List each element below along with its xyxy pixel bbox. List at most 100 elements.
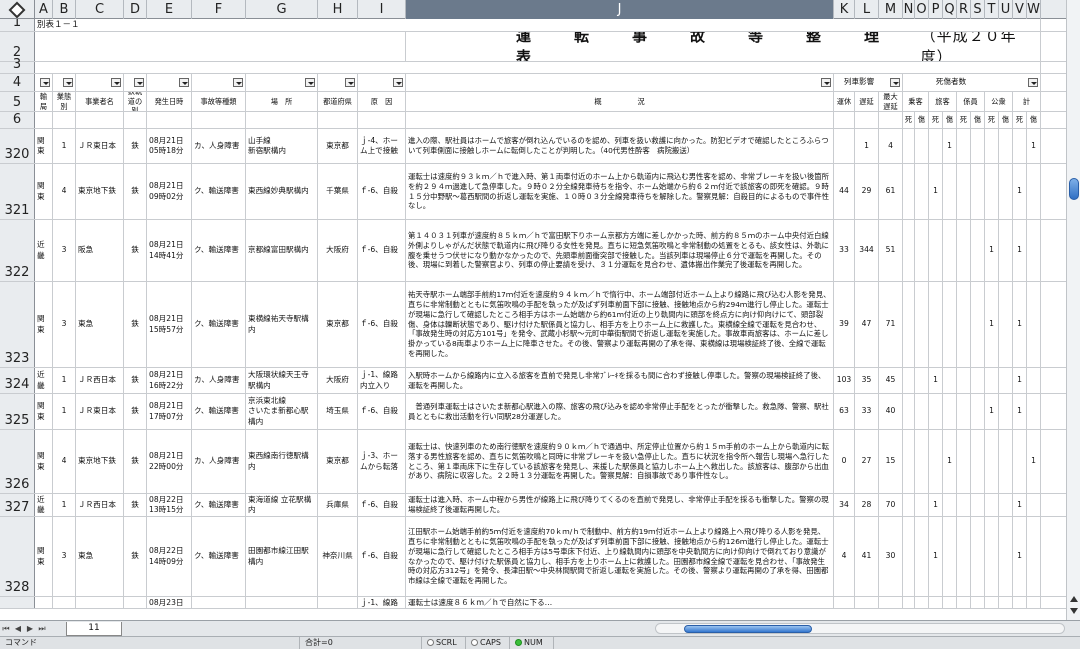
- delay-cell[interactable]: 27: [855, 430, 879, 493]
- operator-cell[interactable]: 東京地下鉄: [76, 164, 124, 219]
- prefecture-cell[interactable]: 大阪府: [318, 220, 358, 281]
- cause-cell[interactable]: ｊ-3、ホームから転落: [358, 430, 406, 493]
- max-delay-cell[interactable]: 71: [879, 282, 903, 367]
- accident-type-cell[interactable]: カ、人身障害: [192, 368, 246, 393]
- casualty-count-cell[interactable]: [985, 430, 999, 493]
- casualty-count-cell[interactable]: [943, 494, 957, 516]
- prefecture-cell[interactable]: 埼玉県: [318, 394, 358, 429]
- casualty-count-cell[interactable]: [915, 282, 929, 367]
- filter-cell[interactable]: [35, 74, 53, 91]
- column-header-l[interactable]: L: [855, 0, 879, 19]
- casualty-count-cell[interactable]: [1027, 494, 1041, 516]
- datetime-cell[interactable]: 08月22日 14時09分: [147, 517, 192, 596]
- casualty-count-cell[interactable]: [915, 129, 929, 163]
- table-cell[interactable]: [318, 597, 358, 608]
- max-delay-cell[interactable]: 4: [879, 129, 903, 163]
- row-number[interactable]: 328: [0, 517, 35, 596]
- casualty-count-cell[interactable]: [915, 494, 929, 516]
- first-sheet-icon[interactable]: ⏮: [0, 622, 12, 636]
- column-header-j[interactable]: J: [406, 0, 834, 19]
- casualty-count-cell[interactable]: [999, 494, 1013, 516]
- cause-cell[interactable]: ｊ-1、線路: [358, 597, 406, 608]
- autofilter-dropdown-icon[interactable]: [345, 78, 355, 87]
- casualty-count-cell[interactable]: [999, 129, 1013, 163]
- accident-type-cell[interactable]: ク、輸送障害: [192, 164, 246, 219]
- cancel-cell[interactable]: 39: [834, 282, 855, 367]
- autofilter-dropdown-icon[interactable]: [134, 78, 144, 87]
- casualty-count-cell[interactable]: [971, 164, 985, 219]
- place-cell[interactable]: 田園都市線江田駅構内: [246, 517, 318, 596]
- filter-cell[interactable]: [246, 74, 318, 91]
- table-cell[interactable]: [246, 597, 318, 608]
- table-cell[interactable]: [957, 597, 971, 608]
- casualty-count-cell[interactable]: [1027, 164, 1041, 219]
- casualty-count-cell[interactable]: [985, 494, 999, 516]
- table-cell[interactable]: [192, 597, 246, 608]
- table-cell[interactable]: [1027, 597, 1041, 608]
- casualty-count-cell[interactable]: [957, 282, 971, 367]
- track-cell[interactable]: 鉄: [124, 517, 147, 596]
- row-number[interactable]: [0, 597, 35, 608]
- bureau-cell[interactable]: 関東: [35, 430, 53, 493]
- casualty-count-cell[interactable]: 1: [1027, 129, 1041, 163]
- casualty-count-cell[interactable]: [915, 430, 929, 493]
- casualty-count-cell[interactable]: [943, 164, 957, 219]
- casualty-count-cell[interactable]: 1: [1013, 517, 1027, 596]
- column-header-f[interactable]: F: [192, 0, 246, 19]
- column-header-d[interactable]: D: [124, 0, 147, 19]
- casualty-count-cell[interactable]: [929, 220, 943, 281]
- summary-cell[interactable]: 祐天寺駅ホーム端部手前約17ｍ付近を速度約９４ｋｍ／ｈで惰行中、ホーム端部付近ホ…: [406, 282, 834, 367]
- cause-cell[interactable]: ｆ-6、自殺: [358, 394, 406, 429]
- accident-type-cell[interactable]: カ、人身障害: [192, 430, 246, 493]
- autofilter-dropdown-icon[interactable]: [40, 78, 50, 87]
- operator-cell[interactable]: 阪急: [76, 220, 124, 281]
- table-cell[interactable]: [943, 597, 957, 608]
- row-number[interactable]: 4: [0, 74, 35, 91]
- operator-cell[interactable]: ＪＲ東日本: [76, 394, 124, 429]
- type-cell[interactable]: 4: [53, 430, 76, 493]
- cancel-cell[interactable]: 0: [834, 430, 855, 493]
- next-sheet-icon[interactable]: ▶: [24, 622, 36, 636]
- table-cell[interactable]: [855, 597, 879, 608]
- summary-cell[interactable]: 入駅時ホームから線路内に立入る旅客を直前で発見し非常ﾌﾞﾚｰｷを採るも間に合わず…: [406, 368, 834, 393]
- accident-type-cell[interactable]: ク、輸送障害: [192, 494, 246, 516]
- horizontal-scroll-thumb[interactable]: [684, 625, 812, 633]
- column-header-n[interactable]: N: [903, 0, 915, 19]
- place-cell[interactable]: 京浜東北線 さいたま新都心駅構内: [246, 394, 318, 429]
- place-cell[interactable]: 山手線 新宿駅構内: [246, 129, 318, 163]
- delay-cell[interactable]: 28: [855, 494, 879, 516]
- casualty-count-cell[interactable]: [903, 129, 915, 163]
- autofilter-dropdown-icon[interactable]: [63, 78, 73, 87]
- casualty-count-cell[interactable]: 1: [929, 368, 943, 393]
- column-header-e[interactable]: E: [147, 0, 192, 19]
- autofilter-dropdown-icon[interactable]: [1028, 78, 1038, 87]
- track-cell[interactable]: 鉄: [124, 164, 147, 219]
- casualty-count-cell[interactable]: 1: [1013, 494, 1027, 516]
- row-number[interactable]: 326: [0, 430, 35, 493]
- casualty-count-cell[interactable]: 1: [943, 430, 957, 493]
- casualty-count-cell[interactable]: [929, 282, 943, 367]
- casualty-count-cell[interactable]: 1: [1013, 394, 1027, 429]
- casualty-count-cell[interactable]: [903, 368, 915, 393]
- title-blank[interactable]: [35, 32, 406, 61]
- sheet-title[interactable]: 運 転 事 故 等 整 理 表（平成２０年度）: [406, 32, 1041, 61]
- type-cell[interactable]: 1: [53, 394, 76, 429]
- casualty-count-cell[interactable]: 1: [929, 517, 943, 596]
- sheet-tab[interactable]: 11: [66, 621, 122, 636]
- prefecture-cell[interactable]: 大阪府: [318, 368, 358, 393]
- prefecture-cell[interactable]: 東京都: [318, 129, 358, 163]
- operator-cell[interactable]: 東急: [76, 282, 124, 367]
- bureau-cell[interactable]: 近畿: [35, 220, 53, 281]
- filter-cell[interactable]: [406, 74, 834, 91]
- casualty-count-cell[interactable]: [999, 282, 1013, 367]
- filter-cell[interactable]: [192, 74, 246, 91]
- casualty-count-cell[interactable]: [999, 430, 1013, 493]
- casualty-count-cell[interactable]: [971, 129, 985, 163]
- vertical-scrollbar[interactable]: [1066, 0, 1080, 620]
- track-cell[interactable]: 鉄: [124, 129, 147, 163]
- casualty-count-cell[interactable]: 1: [929, 494, 943, 516]
- delay-cell[interactable]: 344: [855, 220, 879, 281]
- casualty-count-cell[interactable]: [929, 129, 943, 163]
- casualty-count-cell[interactable]: [1013, 430, 1027, 493]
- max-delay-cell[interactable]: 15: [879, 430, 903, 493]
